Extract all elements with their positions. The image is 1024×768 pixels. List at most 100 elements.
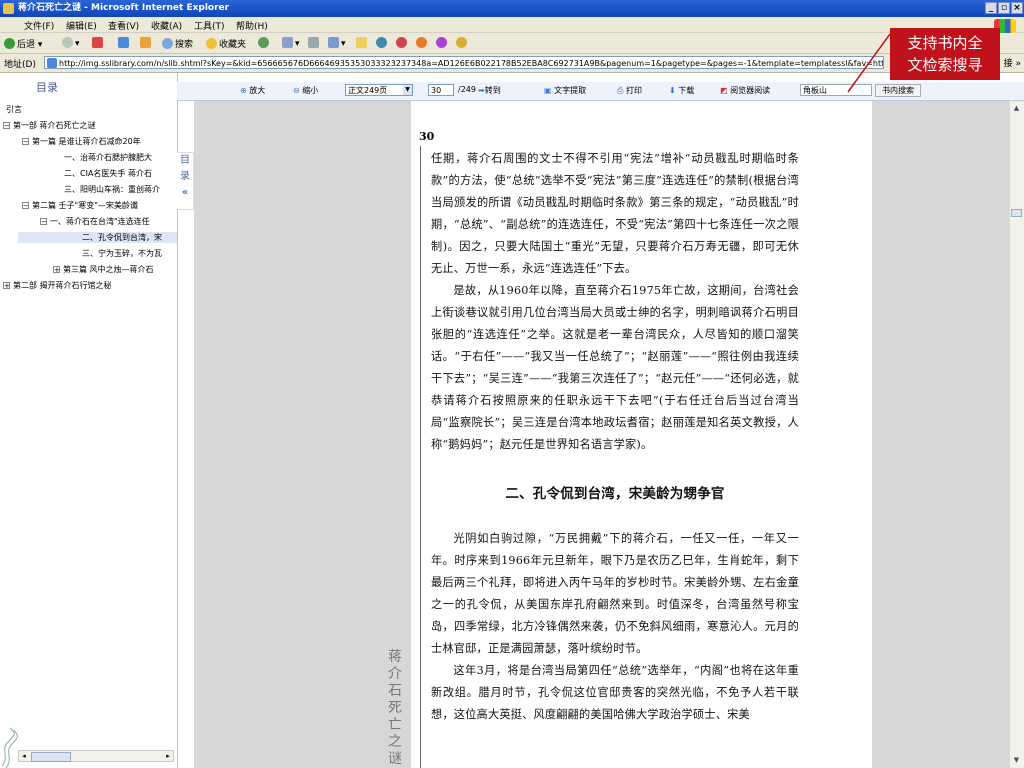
toolbar-extra-4[interactable] <box>456 37 469 49</box>
print-page-button[interactable]: ⎙ 打印 <box>617 85 642 96</box>
printer-icon: ⎙ <box>617 86 624 95</box>
menu-view[interactable]: 查看(V) <box>108 19 139 32</box>
scroll-up-arrow-icon[interactable]: ▲ <box>1011 103 1022 114</box>
zoom-in-button[interactable]: ⊕ 放大 <box>240 85 265 96</box>
page-total: /249 <box>458 85 476 94</box>
refresh-button[interactable] <box>118 37 131 49</box>
discuss-button[interactable] <box>356 37 369 49</box>
scroll-thumb[interactable] <box>31 752 71 762</box>
edit-button[interactable]: ▾ <box>328 37 346 49</box>
forward-button[interactable]: ▾ <box>62 37 80 49</box>
collapse-icon[interactable]: − <box>22 202 29 210</box>
toc-item[interactable]: 二、CIA名医失手 蒋介石 <box>64 168 177 179</box>
print-button[interactable] <box>308 37 321 49</box>
favorites-button[interactable]: 收藏夹 <box>206 37 246 50</box>
minimize-button[interactable]: _ <box>985 2 997 14</box>
toolbar-extra-3[interactable] <box>436 37 449 49</box>
toc-item[interactable]: − 第二篇 壬子"寒变"—宋美龄谶 <box>22 200 177 211</box>
scroll-thumb[interactable] <box>1011 209 1022 217</box>
messenger-button[interactable] <box>376 37 389 49</box>
reader-view-button[interactable]: ◩ 阅览器阅读 <box>720 85 770 96</box>
page-icon <box>47 58 57 68</box>
star-icon <box>206 38 217 49</box>
toc-item[interactable]: + 第三篇 风中之烛—蒋介石 <box>53 264 177 275</box>
stop-icon <box>92 37 103 48</box>
browser-toolbar: 后退 ▾ ▾ 搜索 收藏夹 ▾ ▾ <box>0 33 1024 54</box>
expand-icon[interactable]: + <box>3 282 10 290</box>
toc-item[interactable]: 三、宁为玉碎，不为瓦 <box>82 248 177 259</box>
messenger-icon <box>376 37 387 48</box>
page-viewer[interactable]: 30 蒋 介 石 死 亡 之 谜 任期，蒋介石周围的文士不得不引用“宪法”增补“… <box>194 101 1010 768</box>
scroll-right-arrow-icon[interactable]: ▸ <box>163 751 173 761</box>
toc-item[interactable]: − 一、蒋介石在台湾"连选连任 <box>40 216 177 227</box>
toc-item[interactable]: − 第一部 蒋介石死亡之谜 <box>3 120 177 131</box>
text-extract-button[interactable]: ▣ 文字提取 <box>544 85 586 96</box>
book-search-button[interactable]: 书内搜索 <box>875 84 921 97</box>
stop-button[interactable] <box>92 37 105 49</box>
menu-help[interactable]: 帮助(H) <box>236 19 268 32</box>
history-button[interactable] <box>258 37 271 49</box>
mail-button[interactable]: ▾ <box>282 37 300 49</box>
zoom-out-button[interactable]: ⊖ 缩小 <box>293 85 318 96</box>
collapse-icon[interactable]: − <box>3 122 10 130</box>
addon-icon <box>456 37 467 48</box>
expand-icon[interactable]: + <box>53 266 60 274</box>
menu-edit[interactable]: 编辑(E) <box>66 19 97 32</box>
reader-app-icon: ◩ <box>720 86 728 95</box>
dropdown-arrow-icon[interactable]: ▼ <box>403 85 412 95</box>
page-number: 30 <box>419 130 435 143</box>
page-text: 任期，蒋介石周围的文士不得不引用“宪法”增补“动员戡乱时期临时条款”的方法，使“… <box>431 148 799 726</box>
printer-icon <box>308 37 319 48</box>
search-button[interactable]: 搜索 <box>162 37 193 50</box>
toc-item[interactable]: 引言 <box>6 104 22 115</box>
arrow-right-icon: ➡ <box>478 86 485 95</box>
download-button[interactable]: ⬇ 下载 <box>669 85 694 96</box>
toc-item[interactable]: 一、治蒋介石腮护腺肥大 <box>64 152 177 163</box>
paragraph: 任期，蒋介石周围的文士不得不引用“宪法”增补“动员戡乱时期临时条款”的方法，使“… <box>431 152 799 275</box>
address-label: 地址(D) <box>4 60 36 70</box>
links-chevron[interactable]: 接 » <box>1004 56 1021 69</box>
scroll-left-arrow-icon[interactable]: ◂ <box>19 751 29 761</box>
title-bar: 蒋介石死亡之谜 - Microsoft Internet Explorer _ … <box>0 0 1024 17</box>
menu-file[interactable]: 文件(F) <box>24 19 54 32</box>
back-button[interactable]: 后退 ▾ <box>4 37 42 50</box>
toc-item[interactable]: + 第二部 揭开蒋介石行馆之秘 <box>3 280 177 291</box>
section-heading: 二、孔令侃到台湾，宋美龄为甥争官 <box>505 486 725 502</box>
toc-toggle-tab[interactable]: 目 录 « <box>177 152 194 210</box>
maximize-button[interactable]: ▫ <box>998 2 1010 14</box>
toc-item[interactable]: 三、阳明山车祸：重创蒋介 <box>64 184 177 195</box>
edit-icon <box>328 37 339 48</box>
paragraph: 是故，从1960年以降，直至蒋介石1975年亡故，这期间，台湾社会上街谈巷议就引… <box>431 284 799 451</box>
paragraph: 这年3月，将是台湾当局第四任“总统”选举年，“内阁”也将在这年重新改组。腊月时节… <box>431 664 799 721</box>
download-arrow-icon: ⬇ <box>669 86 676 95</box>
address-input[interactable]: http://img.sslibrary.com/n/slib.shtml?sK… <box>44 56 884 69</box>
toc-item-selected[interactable]: 二、孔令侃到台湾，宋 <box>18 232 177 243</box>
back-arrow-icon <box>4 38 15 49</box>
collapse-icon[interactable]: − <box>40 218 47 226</box>
toolbar-extra-1[interactable] <box>396 37 409 49</box>
menu-tools[interactable]: 工具(T) <box>194 19 225 32</box>
toc-item[interactable]: − 第一篇 是谁让蒋介石减命20年 <box>22 136 177 147</box>
refresh-icon <box>118 37 129 48</box>
toolbar-extra-2[interactable] <box>416 37 429 49</box>
text-extract-icon: ▣ <box>544 86 552 95</box>
page-number-input[interactable]: 30 <box>428 84 454 96</box>
callout-note: 支持书内全 文检索搜寻 <box>890 28 1000 80</box>
history-icon <box>258 37 269 48</box>
paragraph: 光阴如白驹过隙，“万民拥戴”下的蒋介石，一任又一任，一年又一年。时序来到1966… <box>431 532 799 655</box>
collapse-chevron-icon[interactable]: « <box>177 185 193 201</box>
scroll-down-arrow-icon[interactable]: ▼ <box>1011 755 1022 766</box>
page-range-select[interactable]: 正文249页 ▼ <box>345 84 413 96</box>
home-button[interactable] <box>140 37 153 49</box>
book-search-input[interactable]: 角板山 <box>800 84 872 96</box>
menu-favorites[interactable]: 收藏(A) <box>151 19 182 32</box>
vertical-scrollbar[interactable]: ▲ ▼ <box>1009 101 1024 768</box>
toc-heading: 目录 <box>36 81 58 94</box>
toc-horizontal-scrollbar[interactable]: ◂ ▸ <box>18 750 174 762</box>
close-button[interactable]: × <box>1011 2 1023 14</box>
collapse-icon[interactable]: − <box>22 138 29 146</box>
home-icon <box>140 37 151 48</box>
goto-button[interactable]: ➡转到 <box>478 85 501 96</box>
address-bar: 地址(D) http://img.sslibrary.com/n/slib.sh… <box>0 54 1024 73</box>
ie-page-icon <box>3 3 14 14</box>
